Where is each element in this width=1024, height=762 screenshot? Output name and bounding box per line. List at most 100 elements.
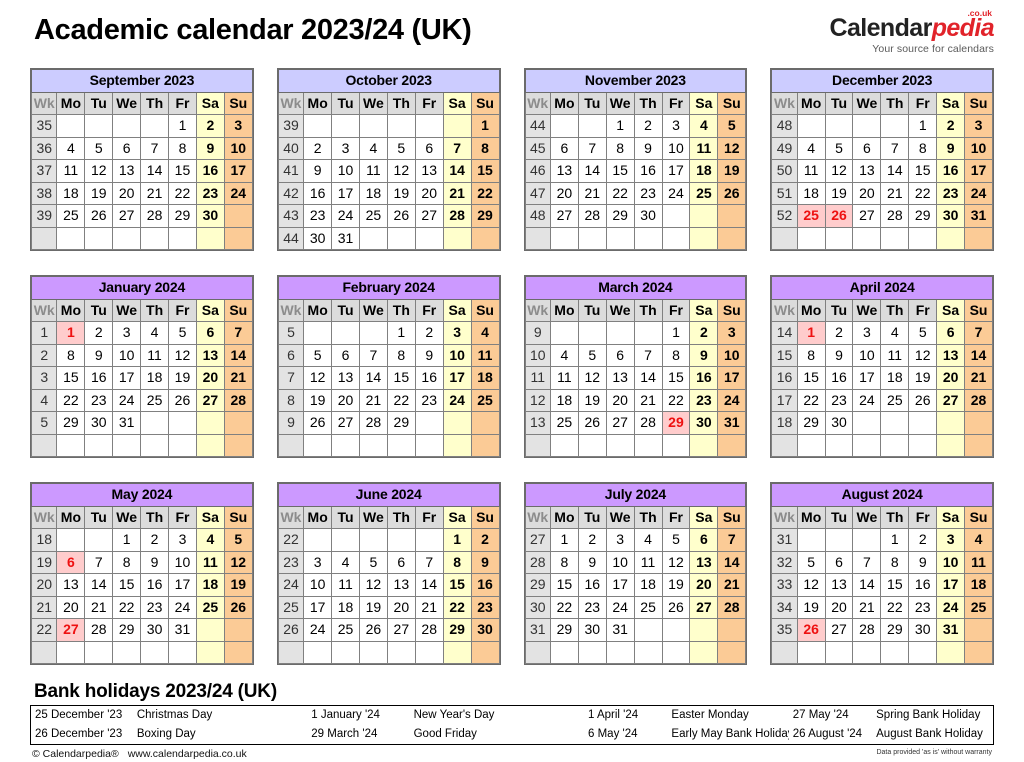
day-cell[interactable]: 11 bbox=[964, 550, 993, 574]
day-cell[interactable]: 25 bbox=[331, 618, 360, 642]
day-cell[interactable]: 1 bbox=[442, 528, 472, 552]
day-cell[interactable]: 17 bbox=[936, 573, 966, 597]
day-cell[interactable]: 14 bbox=[717, 550, 747, 574]
day-cell[interactable] bbox=[908, 433, 938, 457]
day-cell[interactable]: 23 bbox=[936, 181, 966, 205]
day-cell[interactable]: 5 bbox=[168, 321, 197, 345]
day-cell[interactable] bbox=[414, 411, 444, 435]
day-cell[interactable]: 29 bbox=[112, 618, 142, 642]
day-cell[interactable] bbox=[140, 226, 170, 250]
day-cell[interactable] bbox=[223, 411, 253, 435]
day-cell[interactable] bbox=[168, 433, 197, 457]
day-cell[interactable]: 28 bbox=[852, 618, 882, 642]
day-cell[interactable]: 22 bbox=[442, 595, 472, 619]
day-cell[interactable]: 6 bbox=[936, 321, 966, 345]
day-cell[interactable] bbox=[303, 321, 333, 345]
day-cell[interactable] bbox=[577, 640, 607, 664]
day-cell[interactable]: 3 bbox=[936, 528, 966, 552]
day-cell[interactable]: 18 bbox=[140, 366, 170, 390]
day-cell[interactable]: 7 bbox=[880, 136, 910, 160]
day-cell[interactable]: 11 bbox=[140, 343, 170, 367]
day-cell[interactable]: 12 bbox=[168, 343, 197, 367]
day-cell[interactable]: 15 bbox=[168, 159, 197, 183]
day-cell[interactable]: 16 bbox=[84, 366, 114, 390]
day-cell[interactable]: 24 bbox=[661, 181, 691, 205]
day-cell[interactable]: 29 bbox=[605, 204, 635, 228]
day-cell[interactable]: 8 bbox=[442, 550, 472, 574]
day-cell[interactable]: 8 bbox=[880, 550, 910, 574]
day-cell[interactable]: 4 bbox=[549, 343, 579, 367]
day-cell[interactable]: 19 bbox=[717, 159, 747, 183]
day-cell[interactable]: 28 bbox=[140, 204, 170, 228]
day-cell[interactable]: 12 bbox=[577, 366, 607, 390]
day-cell[interactable]: 15 bbox=[605, 159, 635, 183]
day-cell[interactable]: 9 bbox=[470, 550, 500, 574]
day-cell[interactable]: 17 bbox=[964, 159, 993, 183]
day-cell[interactable]: 28 bbox=[442, 204, 472, 228]
day-cell[interactable] bbox=[689, 226, 719, 250]
day-cell[interactable]: 7 bbox=[442, 136, 472, 160]
day-cell[interactable]: 16 bbox=[414, 366, 444, 390]
day-cell[interactable]: 9 bbox=[824, 343, 854, 367]
day-cell[interactable]: 11 bbox=[549, 366, 579, 390]
day-cell[interactable]: 4 bbox=[358, 136, 388, 160]
day-cell[interactable]: 13 bbox=[824, 573, 854, 597]
day-cell[interactable]: 5 bbox=[824, 136, 854, 160]
day-cell[interactable]: 6 bbox=[112, 136, 142, 160]
day-cell[interactable]: 21 bbox=[852, 595, 882, 619]
day-cell[interactable]: 29 bbox=[442, 618, 472, 642]
day-cell[interactable]: 9 bbox=[633, 136, 663, 160]
day-cell[interactable]: 22 bbox=[661, 388, 691, 412]
day-cell[interactable]: 10 bbox=[112, 343, 142, 367]
day-cell[interactable] bbox=[633, 618, 663, 642]
day-cell[interactable] bbox=[852, 114, 882, 138]
day-cell[interactable]: 14 bbox=[84, 573, 114, 597]
day-cell[interactable]: 20 bbox=[689, 573, 719, 597]
day-cell[interactable] bbox=[168, 226, 197, 250]
day-cell[interactable]: 3 bbox=[852, 321, 882, 345]
day-cell[interactable]: 24 bbox=[964, 181, 993, 205]
day-cell[interactable]: 15 bbox=[470, 159, 500, 183]
day-cell[interactable]: 13 bbox=[689, 550, 719, 574]
day-cell[interactable]: 17 bbox=[168, 573, 197, 597]
day-cell[interactable]: 8 bbox=[386, 343, 416, 367]
day-cell[interactable]: 7 bbox=[633, 343, 663, 367]
day-cell[interactable]: 25 bbox=[140, 388, 170, 412]
day-cell[interactable]: 12 bbox=[303, 366, 333, 390]
day-cell[interactable] bbox=[470, 640, 500, 664]
day-cell[interactable] bbox=[386, 114, 416, 138]
day-cell[interactable] bbox=[852, 528, 882, 552]
day-cell[interactable]: 30 bbox=[633, 204, 663, 228]
day-cell[interactable]: 6 bbox=[386, 550, 416, 574]
day-cell[interactable]: 14 bbox=[442, 159, 472, 183]
day-cell[interactable]: 23 bbox=[414, 388, 444, 412]
day-cell[interactable] bbox=[717, 204, 747, 228]
day-cell[interactable]: 2 bbox=[824, 321, 854, 345]
day-cell[interactable]: 31 bbox=[331, 226, 360, 250]
day-cell[interactable]: 16 bbox=[633, 159, 663, 183]
day-cell[interactable] bbox=[84, 433, 114, 457]
day-cell[interactable]: 28 bbox=[717, 595, 747, 619]
day-cell[interactable]: 5 bbox=[358, 550, 388, 574]
day-cell[interactable] bbox=[414, 114, 444, 138]
day-cell[interactable] bbox=[112, 226, 142, 250]
day-cell[interactable]: 31 bbox=[964, 204, 993, 228]
day-cell[interactable]: 1 bbox=[605, 114, 635, 138]
day-cell[interactable]: 13 bbox=[936, 343, 966, 367]
day-cell[interactable]: 27 bbox=[386, 618, 416, 642]
day-cell[interactable]: 2 bbox=[633, 114, 663, 138]
day-cell[interactable]: 25 bbox=[470, 388, 500, 412]
day-cell[interactable] bbox=[964, 618, 993, 642]
day-cell[interactable]: 30 bbox=[303, 226, 333, 250]
day-cell[interactable]: 30 bbox=[936, 204, 966, 228]
day-cell[interactable]: 15 bbox=[442, 573, 472, 597]
day-cell[interactable] bbox=[386, 528, 416, 552]
day-cell[interactable]: 30 bbox=[908, 618, 938, 642]
day-cell[interactable]: 1 bbox=[112, 528, 142, 552]
day-cell[interactable]: 16 bbox=[908, 573, 938, 597]
day-cell[interactable]: 19 bbox=[796, 595, 826, 619]
day-cell[interactable] bbox=[880, 640, 910, 664]
day-cell[interactable] bbox=[414, 226, 444, 250]
day-cell[interactable] bbox=[223, 226, 253, 250]
day-cell[interactable] bbox=[717, 640, 747, 664]
